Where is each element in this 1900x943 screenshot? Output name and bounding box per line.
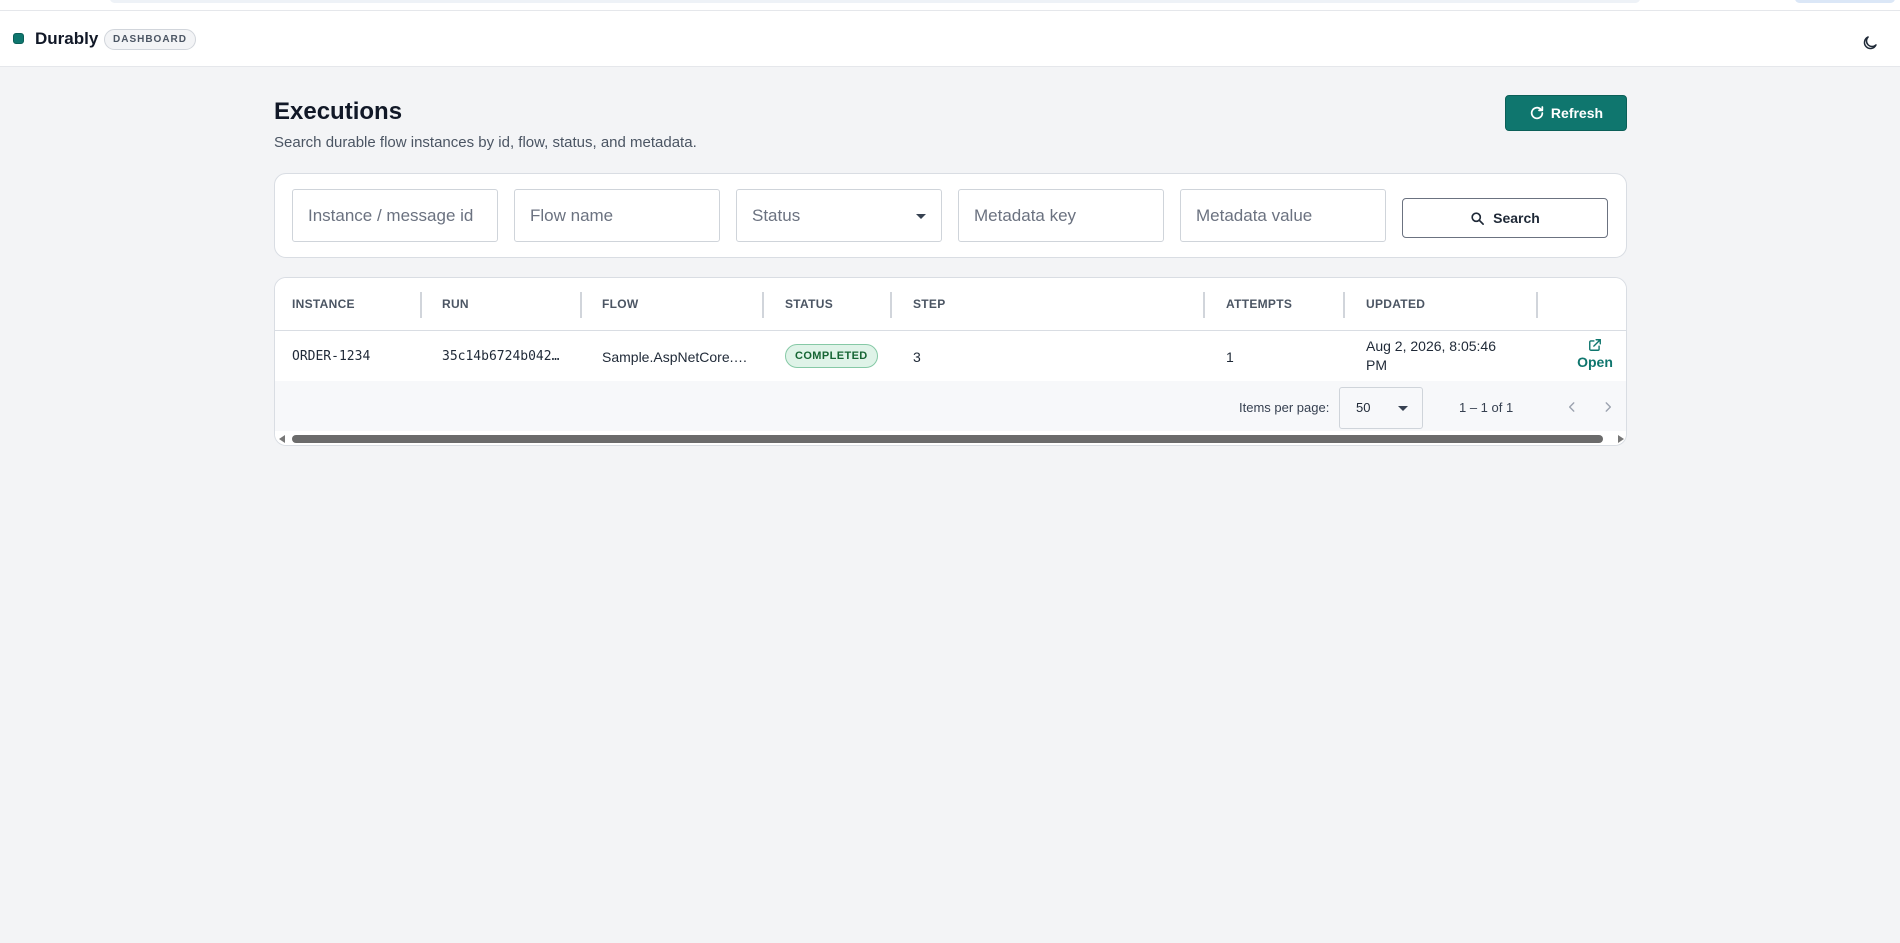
- scroll-right-arrow-icon[interactable]: [1618, 435, 1624, 443]
- column-header-step[interactable]: STEP: [913, 297, 946, 311]
- caret-down-icon: [1398, 406, 1408, 411]
- column-resize-handle[interactable]: [420, 292, 422, 318]
- updated-date: Aug 2, 2026, 8:05:46: [1366, 338, 1496, 354]
- column-header-attempts[interactable]: ATTEMPTS: [1226, 297, 1292, 311]
- column-resize-handle[interactable]: [1536, 292, 1538, 318]
- moon-icon: [1863, 36, 1877, 50]
- column-resize-handle[interactable]: [1343, 292, 1345, 318]
- table-row[interactable]: ORDER-1234 35c14b6724b042… Sample.AspNet…: [275, 331, 1626, 381]
- top-bar: Durably DASHBOARD: [0, 11, 1900, 67]
- chevron-left-icon: [1568, 402, 1575, 412]
- search-card: Status Search: [274, 173, 1627, 258]
- status-badge: COMPLETED: [785, 344, 878, 368]
- column-header-instance[interactable]: INSTANCE: [292, 297, 355, 311]
- brand-logo-icon: [13, 33, 24, 44]
- theme-toggle-button[interactable]: [1858, 31, 1882, 55]
- metadata-value-input[interactable]: [1180, 189, 1386, 242]
- cell-updated: Aug 2, 2026, 8:05:46 PM: [1366, 337, 1496, 375]
- column-resize-handle[interactable]: [1203, 292, 1205, 318]
- column-resize-handle[interactable]: [890, 292, 892, 318]
- paginator: Items per page: 50 1 – 1 of 1: [275, 381, 1626, 431]
- page-range-label: 1 – 1 of 1: [1459, 400, 1514, 415]
- open-link-label: Open: [1577, 354, 1613, 370]
- refresh-button[interactable]: Refresh: [1505, 95, 1627, 131]
- search-button[interactable]: Search: [1402, 198, 1608, 238]
- cell-run: 35c14b6724b042…: [442, 349, 560, 364]
- chevron-right-icon: [1605, 402, 1612, 412]
- column-resize-handle[interactable]: [580, 292, 582, 318]
- refresh-label: Refresh: [1550, 105, 1604, 121]
- scroll-left-arrow-icon[interactable]: [279, 435, 285, 443]
- cell-instance: ORDER-1234: [292, 349, 371, 364]
- browser-button-edge: [1795, 0, 1895, 3]
- dashboard-badge: DASHBOARD: [104, 29, 196, 50]
- next-page-button[interactable]: [1596, 395, 1620, 419]
- open-execution-link[interactable]: Open: [1570, 338, 1620, 370]
- cell-step: 3: [913, 349, 921, 365]
- search-button-label: Search: [1493, 210, 1540, 226]
- executions-table: INSTANCE RUN FLOW STATUS STEP ATTEMPTS U…: [274, 277, 1627, 446]
- cell-attempts: 1: [1226, 349, 1234, 365]
- column-header-updated[interactable]: UPDATED: [1366, 297, 1425, 311]
- items-per-page-label: Items per page:: [1239, 400, 1330, 415]
- cell-flow: Sample.AspNetCore.…: [602, 349, 748, 365]
- brand-name: Durably: [35, 29, 99, 48]
- caret-down-icon: [916, 214, 926, 219]
- scrollbar-thumb[interactable]: [292, 435, 1603, 443]
- column-header-status[interactable]: STATUS: [785, 297, 833, 311]
- column-resize-handle[interactable]: [762, 292, 764, 318]
- table-header: INSTANCE RUN FLOW STATUS STEP ATTEMPTS U…: [275, 278, 1626, 331]
- page-size-select[interactable]: 50: [1339, 387, 1423, 429]
- metadata-key-input[interactable]: [958, 189, 1164, 242]
- external-link-icon: [1589, 339, 1601, 351]
- column-header-run[interactable]: RUN: [442, 297, 469, 311]
- column-header-flow[interactable]: FLOW: [602, 297, 639, 311]
- status-select[interactable]: Status: [736, 189, 942, 242]
- search-icon: [1471, 211, 1485, 225]
- previous-page-button[interactable]: [1560, 395, 1584, 419]
- instance-id-input[interactable]: [292, 189, 498, 242]
- browser-chrome-strip: [0, 0, 1900, 11]
- refresh-icon: [1530, 106, 1544, 120]
- status-select-placeholder: Status: [752, 206, 801, 225]
- page-size-value: 50: [1356, 400, 1371, 415]
- flow-name-input[interactable]: [514, 189, 720, 242]
- address-bar-edge: [110, 0, 1640, 3]
- page-subtitle: Search durable flow instances by id, flo…: [274, 134, 697, 151]
- updated-time-suffix: PM: [1366, 357, 1387, 373]
- horizontal-scrollbar[interactable]: [275, 431, 1626, 445]
- page-title: Executions: [274, 98, 403, 125]
